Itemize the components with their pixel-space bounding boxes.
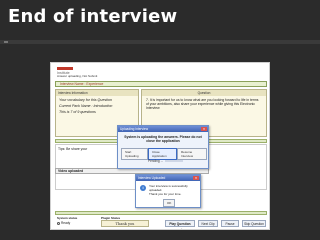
thank-you-box: Thank you: [101, 220, 149, 227]
interview-uploaded-dialog: Interview Uploaded ✕ i Your interview is…: [135, 174, 201, 208]
pending-label: Pending ...: [148, 159, 164, 163]
ready-label: Ready: [61, 221, 71, 225]
system-status-label: System status: [57, 216, 78, 220]
progress-track: [165, 160, 184, 163]
uploaded-message-line: Thank you for your time.: [149, 191, 182, 196]
ready-radio[interactable]: Ready: [57, 221, 70, 225]
play-question-again-button[interactable]: Play Question again: [165, 220, 195, 229]
logo-mark: [57, 67, 73, 70]
info-icon: i: [140, 185, 146, 191]
upload-status-line: Answer uploading, Not Submit: [57, 74, 98, 78]
upload-message: System is uploading the answers. Please …: [124, 135, 202, 143]
radio-icon: [57, 221, 60, 225]
skip-question-button[interactable]: Skip Question: [242, 220, 266, 227]
divider-dot: [4, 41, 8, 43]
start-uploading-button[interactable]: Start Uploading: [121, 148, 148, 160]
close-icon[interactable]: ✕: [201, 127, 207, 131]
pause-button[interactable]: Pause: [221, 220, 239, 227]
dialog-title: Interview Uploaded: [138, 176, 166, 180]
slide-title: End of interview: [8, 6, 178, 27]
dialog-title-bar: Uploading Interview ✕: [118, 126, 208, 132]
uploaded-message: Your interview is successfully uploaded.…: [149, 184, 200, 196]
dialog-title-bar: Interview Uploaded ✕: [136, 175, 200, 181]
next-clip-button[interactable]: Next Clip: [198, 220, 218, 227]
uploading-interview-dialog: Uploading Interview ✕ System is uploadin…: [117, 125, 209, 169]
bottom-controls: System status Plugin Status Ready Thank …: [55, 216, 267, 229]
app-screenshot: Institute Answer uploading, Not Submit I…: [50, 62, 270, 230]
interview-name-header: Interview Name : Experience: [55, 81, 267, 87]
dialog-title: Uploading Interview: [120, 127, 148, 131]
bottom-divider-bar: [55, 211, 267, 215]
info-line: This is 7 of 9 questions: [59, 110, 96, 114]
title-divider: [0, 40, 320, 44]
ok-button[interactable]: OK: [163, 199, 176, 207]
pending-status: Pending ...: [148, 159, 184, 163]
question-text: 7. It is important for us to know what a…: [146, 98, 259, 111]
close-icon[interactable]: ✕: [193, 176, 199, 180]
